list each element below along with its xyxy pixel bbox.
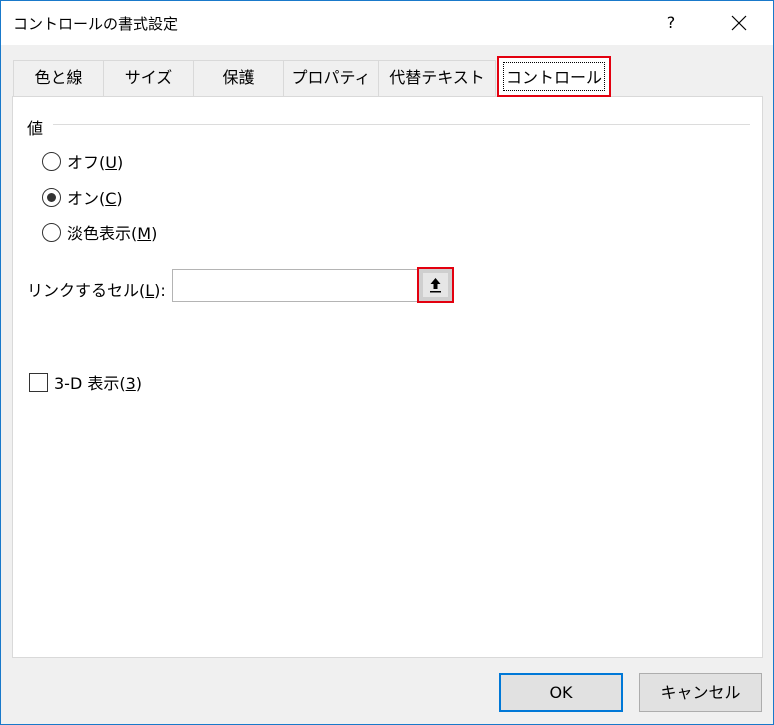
tab-properties[interactable]: プロパティ	[283, 60, 378, 96]
format-control-dialog: コントロールの書式設定 ? 色と線 サイズ 保護 プロパティ 代替テキスト コン…	[0, 0, 774, 725]
cancel-button[interactable]: キャンセル	[639, 673, 762, 712]
tab-control[interactable]: コントロール	[497, 56, 611, 97]
radio-button[interactable]	[42, 151, 61, 171]
checkbox-label: 3-D 表示(3)	[54, 374, 143, 393]
tab-label: コントロール	[505, 68, 602, 87]
collapse-dialog-icon	[430, 278, 441, 293]
title-bar: コントロールの書式設定 ?	[1, 1, 773, 45]
value-group-label: 値	[27, 119, 44, 138]
radio-label: 淡色表示(M)	[67, 224, 158, 243]
tab-label: サイズ	[124, 68, 173, 87]
radio-button[interactable]	[42, 222, 61, 242]
radio-label: オフ(U)	[67, 153, 124, 172]
tab-size[interactable]: サイズ	[103, 60, 193, 96]
tab-colors-and-lines[interactable]: 色と線	[13, 60, 103, 96]
tab-label: 保護	[222, 68, 255, 87]
tab-protection[interactable]: 保護	[193, 60, 283, 96]
radio-on[interactable]: オン(C)	[42, 186, 123, 208]
collapse-dialog-button[interactable]	[417, 267, 454, 303]
help-button[interactable]: ?	[659, 9, 683, 37]
radio-label: オン(C)	[67, 189, 123, 208]
3d-shading-checkbox-row[interactable]: 3-D 表示(3)	[29, 371, 142, 393]
tab-label: プロパティ	[291, 68, 371, 87]
linked-cell-label: リンクするセル(L):	[27, 281, 166, 300]
radio-off[interactable]: オフ(U)	[42, 150, 123, 172]
tab-alt-text[interactable]: 代替テキスト	[378, 60, 496, 96]
tab-label: 代替テキスト	[389, 68, 485, 87]
close-icon	[731, 15, 747, 31]
close-button[interactable]	[725, 9, 753, 37]
control-tab-panel: 値 オフ(U) オン(C) 淡色表示(M) リンクするセル(L): 3-D 表示…	[12, 96, 763, 658]
tab-label: 色と線	[34, 68, 83, 87]
radio-mixed[interactable]: 淡色表示(M)	[42, 221, 157, 243]
tab-strip: 色と線 サイズ 保護 プロパティ 代替テキスト コントロール	[13, 56, 763, 97]
dialog-title: コントロールの書式設定	[13, 15, 179, 33]
linked-cell-input[interactable]	[172, 269, 418, 302]
3d-shading-checkbox[interactable]	[29, 372, 48, 392]
group-divider	[53, 124, 750, 125]
ok-button[interactable]: OK	[499, 673, 623, 712]
radio-button-checked[interactable]	[42, 187, 61, 207]
